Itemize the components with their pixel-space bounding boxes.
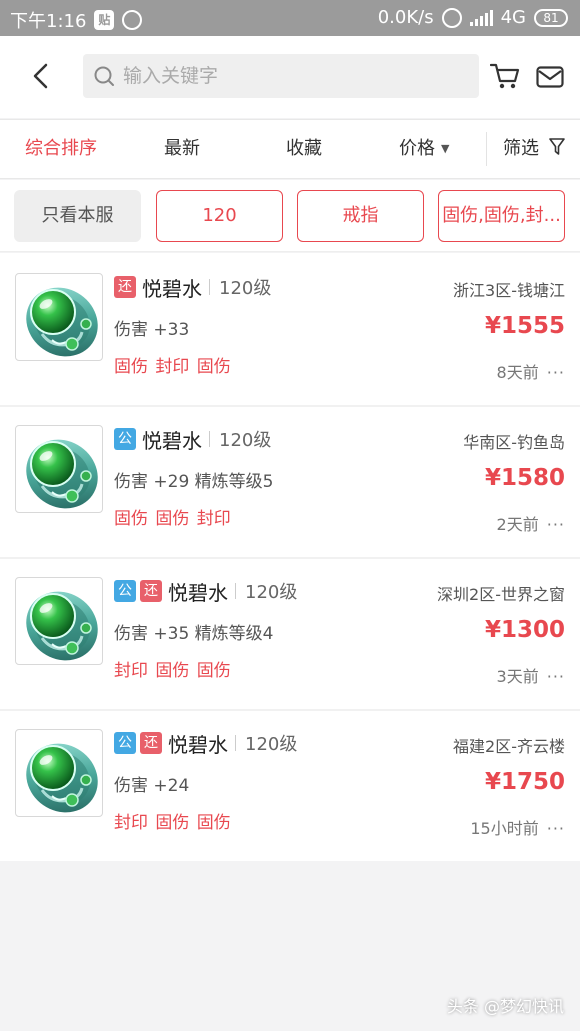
more-options-button[interactable]: ···	[547, 363, 565, 382]
header	[0, 36, 580, 118]
jade-ring-icon	[26, 439, 98, 509]
listed-time: 3天前	[496, 667, 539, 686]
listing-time: 15小时前 ···	[470, 815, 565, 839]
public-badge: 公	[114, 580, 136, 602]
jade-ring-icon	[26, 287, 98, 357]
filter-chips: 只看本服 120 戒指 固伤,固伤,封...	[0, 180, 580, 252]
item-price: ¥1750	[484, 769, 565, 795]
public-badge: 公	[114, 428, 136, 450]
listing-time: 8天前 ···	[497, 359, 565, 383]
server-name: 华南区-钓鱼岛	[463, 433, 565, 452]
search-icon	[94, 66, 114, 86]
item-special-tags: 固伤 封印 固伤	[114, 357, 231, 377]
status-network-type: 4G	[500, 7, 526, 28]
server-name: 深圳2区-世界之窗	[437, 585, 565, 604]
battery-icon: 81	[534, 8, 568, 27]
listed-time: 8天前	[496, 363, 539, 382]
public-badge: 公	[114, 732, 136, 754]
listed-time: 15小时前	[470, 819, 539, 838]
listing-time: 3天前 ···	[497, 663, 565, 687]
item-special-tags: 封印 固伤 固伤	[114, 813, 231, 833]
listing-card[interactable]: 公还 悦碧水 120级 福建2区-齐云楼 伤害 +24 ¥1750 封印 固伤 …	[0, 709, 580, 861]
return-badge: 还	[140, 732, 162, 754]
item-thumbnail[interactable]	[15, 425, 103, 513]
listing-title: 公还 悦碧水 120级	[114, 577, 297, 605]
return-badge: 还	[114, 276, 136, 298]
back-arrow-icon[interactable]	[28, 62, 56, 90]
server-name: 福建2区-齐云楼	[453, 737, 565, 756]
item-level: 120级	[245, 582, 298, 603]
tab-price[interactable]: 价格 ▼	[399, 120, 449, 178]
item-stats: 伤害 +29 精炼等级5	[114, 472, 274, 492]
search-input[interactable]	[123, 65, 463, 87]
tab-price-label: 价格	[399, 138, 435, 159]
status-notification-icon: 贴	[94, 10, 115, 30]
item-stats: 伤害 +35 精炼等级4	[114, 624, 274, 644]
listing-card[interactable]: 公还 悦碧水 120级 深圳2区-世界之窗 伤害 +35 精炼等级4 ¥1300…	[0, 557, 580, 709]
item-price: ¥1580	[484, 465, 565, 491]
item-level: 120级	[245, 734, 298, 755]
sort-divider	[486, 132, 487, 166]
alarm-icon	[441, 7, 462, 28]
jade-ring-icon	[26, 591, 98, 661]
item-special-tags: 固伤 固伤 封印	[114, 509, 231, 529]
item-stats: 伤害 +24	[114, 776, 190, 796]
return-badge: 还	[140, 580, 162, 602]
status-app-icon	[122, 10, 143, 30]
filter-funnel-icon	[548, 138, 565, 155]
item-thumbnail[interactable]	[15, 273, 103, 361]
item-name: 悦碧水	[168, 732, 228, 757]
item-level: 120级	[219, 278, 272, 299]
mail-icon[interactable]	[536, 66, 564, 88]
listing-title: 公还 悦碧水 120级	[114, 729, 297, 757]
tab-favorites[interactable]: 收藏	[286, 120, 322, 178]
cart-icon[interactable]	[490, 62, 520, 90]
level-divider	[209, 431, 210, 447]
item-name: 悦碧水	[142, 428, 202, 453]
signal-icon	[469, 9, 493, 26]
item-stats: 伤害 +33	[114, 320, 190, 340]
local-server-only-toggle[interactable]: 只看本服	[14, 190, 141, 242]
item-name: 悦碧水	[168, 580, 228, 605]
item-price: ¥1300	[484, 617, 565, 643]
listing-time: 2天前 ···	[497, 511, 565, 535]
item-level: 120级	[219, 430, 272, 451]
listing-card[interactable]: 公 悦碧水 120级 华南区-钓鱼岛 伤害 +29 精炼等级5 ¥1580 固伤…	[0, 405, 580, 557]
status-network-speed: 0.0K/s	[377, 7, 434, 28]
filter-chip-level[interactable]: 120	[156, 190, 283, 242]
search-bar[interactable]	[83, 54, 479, 98]
more-options-button[interactable]: ···	[547, 667, 565, 686]
more-options-button[interactable]: ···	[547, 819, 565, 838]
item-name: 悦碧水	[142, 276, 202, 301]
listing-title: 还 悦碧水 120级	[114, 273, 271, 301]
tab-filter-label: 筛选	[503, 138, 539, 159]
item-thumbnail[interactable]	[15, 577, 103, 665]
caret-down-icon: ▼	[441, 142, 450, 155]
tab-newest[interactable]: 最新	[164, 120, 200, 178]
server-name: 浙江3区-钱塘江	[453, 281, 565, 300]
status-time: 下午1:16	[10, 11, 87, 32]
item-price: ¥1555	[484, 313, 565, 339]
level-divider	[235, 735, 236, 751]
tab-comprehensive-sort[interactable]: 综合排序	[25, 120, 97, 178]
filter-chip-type[interactable]: 戒指	[297, 190, 424, 242]
listed-time: 2天前	[496, 515, 539, 534]
more-options-button[interactable]: ···	[547, 515, 565, 534]
listing-card[interactable]: 还 悦碧水 120级 浙江3区-钱塘江 伤害 +33 ¥1555 固伤 封印 固…	[0, 253, 580, 405]
item-special-tags: 封印 固伤 固伤	[114, 661, 231, 681]
level-divider	[209, 279, 210, 295]
sort-bar: 综合排序 最新 收藏 价格 ▼ 筛选	[0, 119, 580, 179]
tab-filter[interactable]: 筛选	[503, 120, 565, 178]
level-divider	[235, 583, 236, 599]
listing-title: 公 悦碧水 120级	[114, 425, 271, 453]
watermark: 头条 @梦幻快讯	[446, 997, 564, 1016]
jade-ring-icon	[26, 743, 98, 813]
filter-chip-attributes[interactable]: 固伤,固伤,封...	[438, 190, 565, 242]
status-bar: 下午1:16 贴 0.0K/s 4G 81	[0, 0, 580, 36]
item-thumbnail[interactable]	[15, 729, 103, 817]
listing-list: 还 悦碧水 120级 浙江3区-钱塘江 伤害 +33 ¥1555 固伤 封印 固…	[0, 253, 580, 861]
